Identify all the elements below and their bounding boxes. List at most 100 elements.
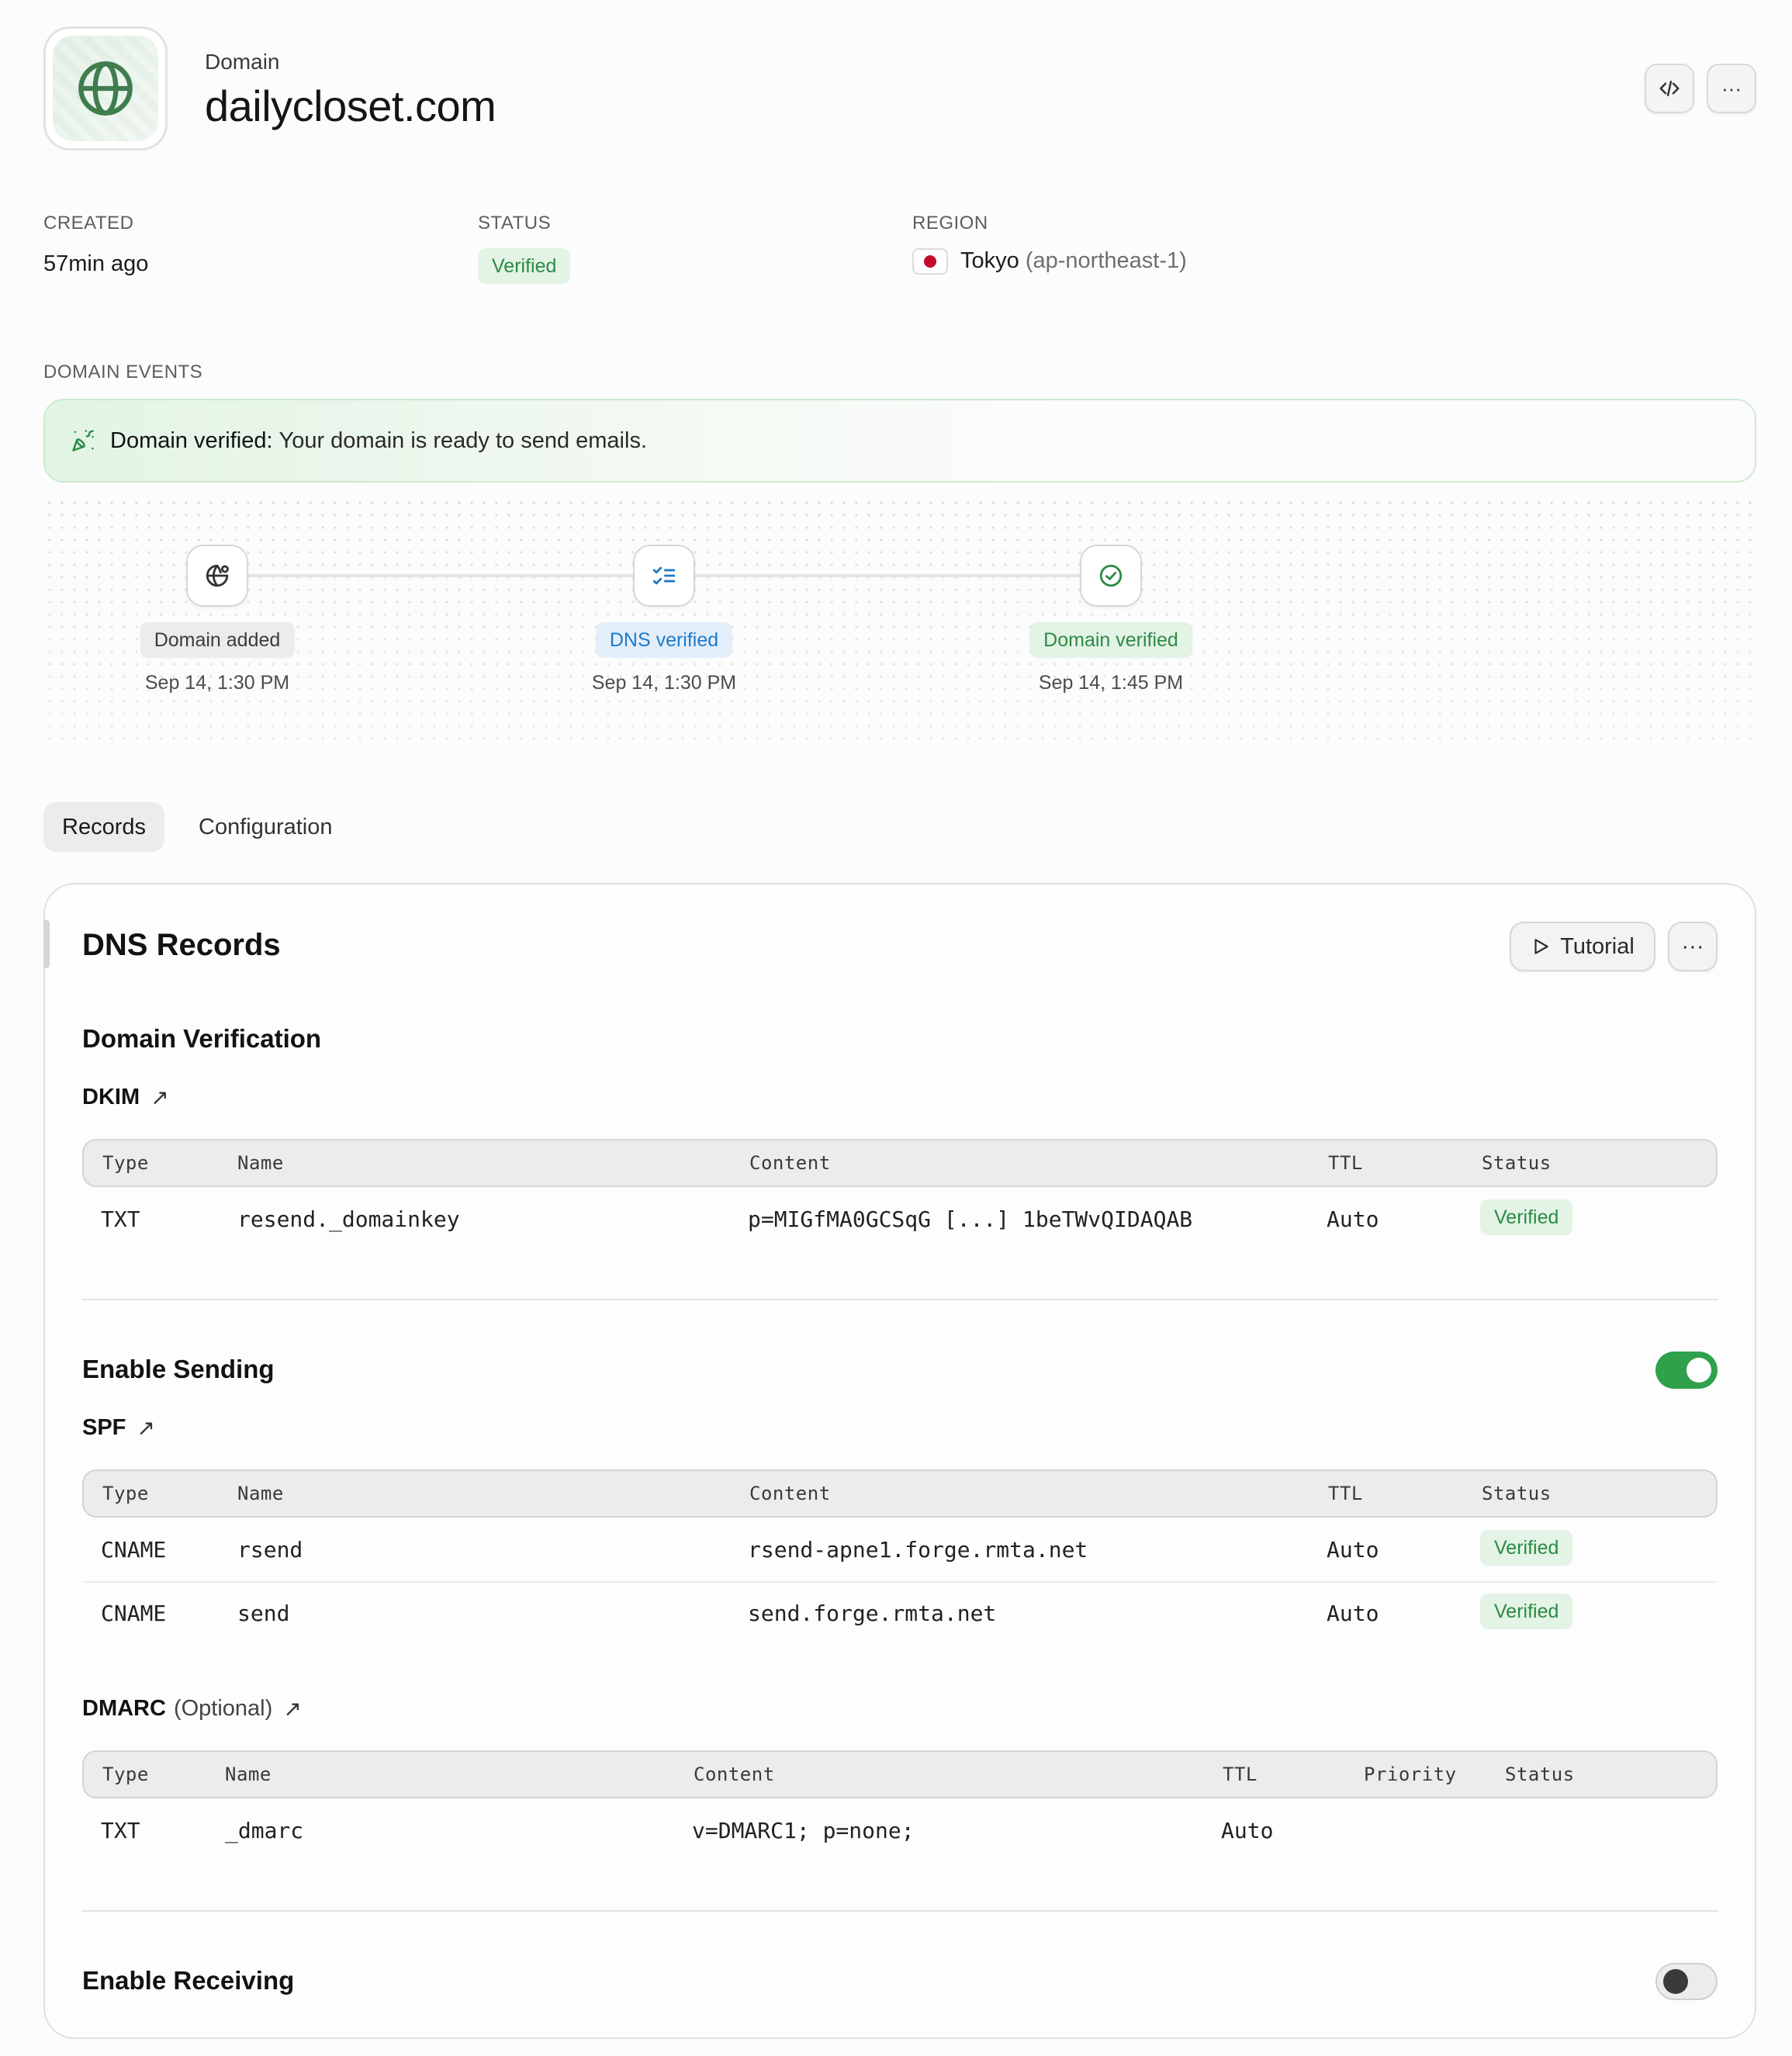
timeline-node-domain-verified	[1080, 545, 1142, 607]
timeline-date: Sep 14, 1:30 PM	[591, 672, 737, 694]
dmarc-table-header: Type Name Content TTL Priority Status	[82, 1750, 1718, 1798]
globe-icon	[78, 61, 133, 116]
record-ttl: Auto	[1327, 1601, 1379, 1626]
record-name[interactable]: _dmarc	[225, 1818, 303, 1843]
enable-receiving-toggle[interactable]	[1655, 1963, 1718, 2000]
play-icon	[1534, 939, 1548, 954]
tab-configuration[interactable]: Configuration	[180, 802, 351, 852]
record-ttl: Auto	[1221, 1818, 1274, 1843]
region-city: Tokyo	[960, 248, 1019, 273]
page-eyebrow: Domain	[205, 50, 280, 74]
status-badge: Verified	[478, 248, 571, 284]
record-status: Verified	[1480, 1530, 1573, 1566]
event-banner: Domain verified: Your domain is ready to…	[43, 399, 1756, 483]
spf-link[interactable]: SPF ↗	[82, 1415, 155, 1441]
domain-verification-heading: Domain Verification	[82, 1024, 322, 1053]
column-header: Content	[749, 1483, 831, 1504]
column-header: Priority	[1364, 1764, 1457, 1785]
record-content[interactable]: send.forge.rmta.net	[748, 1601, 996, 1626]
section-divider	[82, 1299, 1718, 1300]
more-options-button[interactable]: ···	[1707, 64, 1756, 113]
record-type: TXT	[101, 1206, 140, 1232]
external-link-icon: ↗	[137, 1416, 155, 1440]
enable-receiving-heading: Enable Receiving	[82, 1966, 295, 1995]
japan-flag-icon	[912, 248, 948, 275]
timeline-connector	[248, 574, 636, 577]
dns-records-title: DNS Records	[82, 928, 281, 962]
tab-records[interactable]: Records	[43, 802, 164, 852]
column-header: Status	[1482, 1483, 1552, 1504]
timeline-node-dns-verified	[633, 545, 695, 607]
dns-records-card	[43, 883, 1756, 2039]
verified-badge: Verified	[1480, 1530, 1573, 1566]
dns-more-button[interactable]: ···	[1668, 922, 1718, 971]
record-status: Verified	[1480, 1594, 1573, 1629]
enable-sending-toggle[interactable]	[1655, 1352, 1718, 1389]
region-label: REGION	[912, 213, 988, 234]
record-content[interactable]: rsend-apne1.forge.rmta.net	[748, 1537, 1088, 1563]
timeline-node-domain-added	[186, 545, 248, 607]
verified-badge: Verified	[1480, 1594, 1573, 1629]
created-label: CREATED	[43, 213, 134, 234]
column-header: Content	[694, 1764, 775, 1785]
column-header: Type	[102, 1483, 149, 1504]
code-icon	[1659, 81, 1680, 96]
record-status: Verified	[1480, 1199, 1573, 1235]
spf-label: SPF	[82, 1415, 126, 1440]
record-ttl: Auto	[1327, 1537, 1379, 1563]
domain-events-label: DOMAIN EVENTS	[43, 362, 203, 382]
record-content[interactable]: v=DMARC1; p=none;	[692, 1818, 915, 1843]
row-separator	[82, 1581, 1718, 1583]
card-accent	[43, 920, 50, 968]
record-name[interactable]: send	[237, 1601, 289, 1626]
check-circle-icon	[1099, 564, 1123, 587]
verified-badge: Verified	[1480, 1199, 1573, 1235]
page-title: dailycloset.com	[205, 81, 496, 130]
timeline-badge-dns-verified: DNS verified	[595, 622, 733, 658]
spf-table-header: Type Name Content TTL Status	[82, 1469, 1718, 1518]
status-label: STATUS	[478, 213, 552, 234]
timeline-connector	[695, 574, 1083, 577]
dkim-table-header: Type Name Content TTL Status	[82, 1139, 1718, 1187]
dmarc-optional: (Optional)	[173, 1696, 273, 1721]
external-link-icon: ↗	[283, 1697, 302, 1721]
section-divider	[82, 1910, 1718, 1912]
event-banner-text: Your domain is ready to send emails.	[278, 427, 647, 453]
region-code: (ap-northeast-1)	[1025, 248, 1187, 273]
record-type: CNAME	[101, 1537, 167, 1563]
column-header: Type	[102, 1764, 149, 1785]
dkim-label: DKIM	[82, 1085, 140, 1109]
timeline-badge-domain-verified: Domain verified	[1029, 622, 1192, 658]
enable-sending-heading: Enable Sending	[82, 1355, 275, 1383]
dkim-link[interactable]: DKIM ↗	[82, 1085, 169, 1110]
tutorial-label: Tutorial	[1560, 933, 1635, 959]
region-value: Tokyo (ap-northeast-1)	[912, 248, 1187, 275]
external-link-icon: ↗	[150, 1085, 169, 1109]
event-banner-title: Domain verified:	[110, 427, 273, 453]
tutorial-button[interactable]: Tutorial	[1510, 922, 1655, 971]
dmarc-link[interactable]: DMARC (Optional) ↗	[82, 1696, 302, 1722]
record-type: CNAME	[101, 1601, 167, 1626]
column-header: Name	[237, 1152, 284, 1174]
events-timeline	[43, 497, 1756, 742]
column-header: TTL	[1223, 1764, 1258, 1785]
record-content[interactable]: p=MIGfMA0GCSqG [...] 1beTWvQIDAQAB	[748, 1206, 1192, 1232]
party-popper-icon	[72, 430, 94, 452]
column-header: TTL	[1328, 1152, 1363, 1174]
column-header: TTL	[1328, 1483, 1363, 1504]
column-header: Content	[749, 1152, 831, 1174]
checklist-icon	[652, 566, 676, 585]
domain-logo	[43, 26, 168, 151]
record-name[interactable]: rsend	[237, 1537, 303, 1563]
record-type: TXT	[101, 1818, 140, 1843]
column-header: Status	[1505, 1764, 1575, 1785]
timeline-date: Sep 14, 1:30 PM	[144, 672, 290, 694]
timeline-badge-domain-added: Domain added	[140, 622, 295, 658]
column-header: Name	[225, 1764, 272, 1785]
column-header: Type	[102, 1152, 149, 1174]
record-ttl: Auto	[1327, 1206, 1379, 1232]
api-code-button[interactable]	[1645, 64, 1694, 113]
record-name[interactable]: resend._domainkey	[237, 1206, 460, 1232]
globe-settings-icon	[206, 564, 229, 587]
column-header: Name	[237, 1483, 284, 1504]
